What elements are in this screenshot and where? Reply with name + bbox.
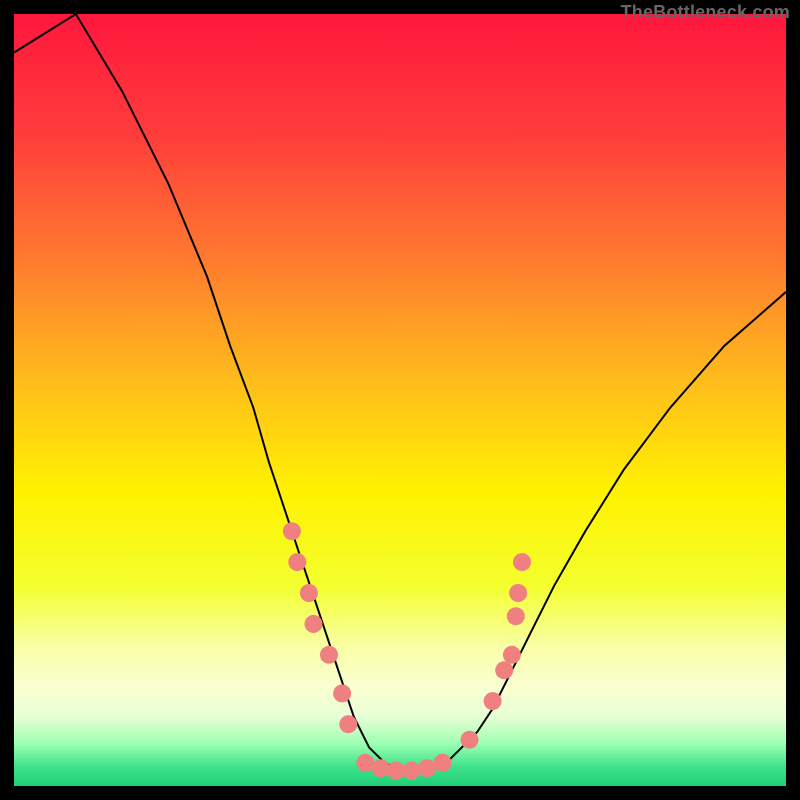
sample-dot	[333, 684, 351, 702]
sample-dot	[418, 759, 436, 777]
sample-dot	[387, 762, 405, 780]
sample-dot	[339, 715, 357, 733]
sample-dot	[283, 522, 301, 540]
sample-dot	[507, 607, 525, 625]
sample-dot	[509, 584, 527, 602]
sample-dot	[288, 553, 306, 571]
gradient-background	[14, 14, 786, 786]
sample-dot	[403, 762, 421, 780]
sample-dot	[372, 759, 390, 777]
watermark-text: TheBottleneck.com	[621, 2, 790, 23]
sample-dot	[434, 754, 452, 772]
sample-dot	[495, 661, 513, 679]
sample-dot	[320, 646, 338, 664]
sample-dot	[513, 553, 531, 571]
sample-dot	[356, 754, 374, 772]
bottleneck-chart	[14, 14, 786, 786]
sample-dot	[305, 615, 323, 633]
sample-dot	[461, 731, 479, 749]
plot-area	[14, 14, 786, 786]
sample-dot	[300, 584, 318, 602]
sample-dot	[484, 692, 502, 710]
sample-dot	[503, 646, 521, 664]
